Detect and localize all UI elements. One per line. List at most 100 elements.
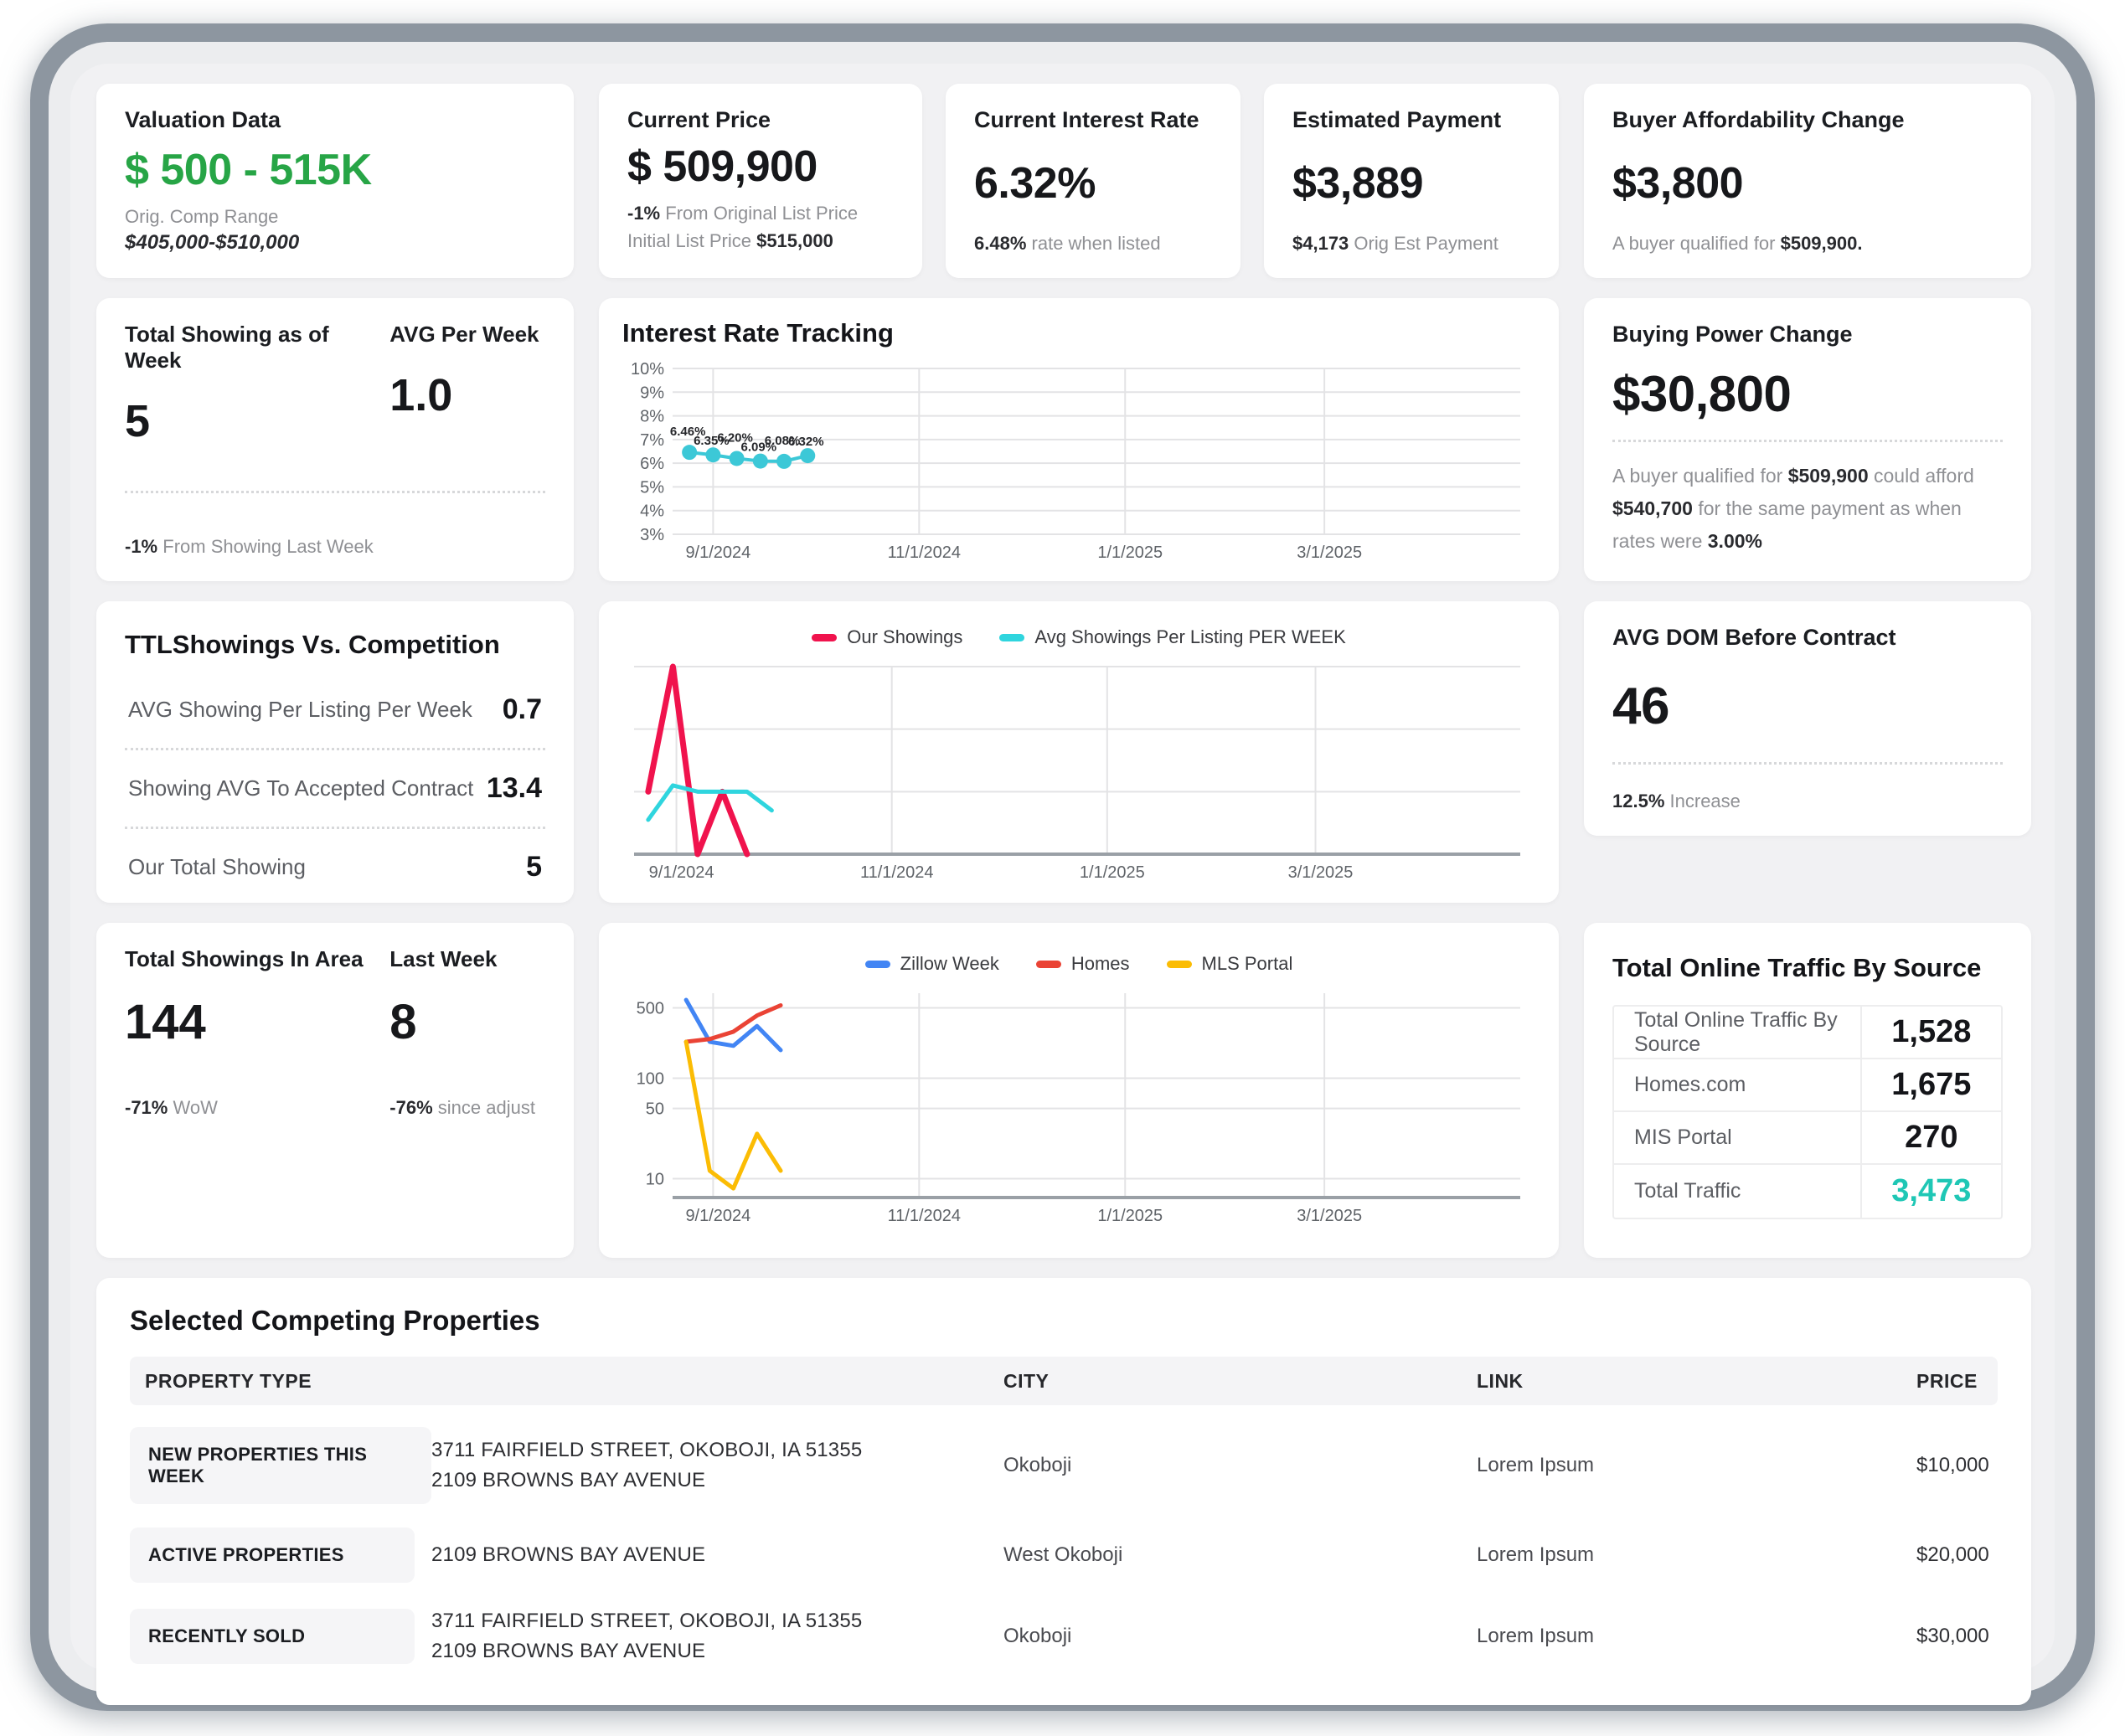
avg-per-week-value: 1.0 [389,370,453,420]
qualified-amount: $509,900. [1780,233,1863,254]
valuation-value: $ 500 - 515K [125,145,372,194]
last-week-value: 8 [389,995,417,1049]
ttl-row: Our Total Showing 5 [125,829,545,905]
showings-chart-legend: Our Showings Avg Showings Per Listing PER… [622,626,1535,648]
interest-rate-title: Current Interest Rate [974,107,1199,132]
dashboard-root: Valuation Data $ 500 - 515K Orig. Comp R… [0,0,2125,1736]
traffic-row: Total Online Traffic By Source 1,528 [1614,1007,2001,1059]
ttl-showings-title: TTLShowings Vs. Competition [125,630,500,659]
buyer-affordability-title: Buyer Affordability Change [1612,107,1905,132]
rate-when-listed-text: rate when listed [1031,233,1161,254]
traffic-row-label: Total Traffic [1614,1165,1862,1218]
orig-est-payment-value: $4,173 [1292,233,1349,254]
initial-list-value: $515,000 [756,230,833,251]
total-showing-left: Total Showing as of Week 5 [125,322,389,447]
avg-dom-title: AVG DOM Before Contract [1612,625,1896,650]
property-address: 3711 FAIRFIELD STREET, OKOBOJI, IA 51355… [431,1606,988,1666]
address-line: 3711 FAIRFIELD STREET, OKOBOJI, IA 51355 [431,1610,863,1632]
address-line: 3711 FAIRFIELD STREET, OKOBOJI, IA 51355 [431,1439,863,1461]
orig-est-payment-text: Orig Est Payment [1354,233,1498,254]
showings-area-note: -71% WoW [125,1097,389,1119]
buyer-affordability-note: A buyer qualified for $509,900. [1612,233,2003,255]
table-row: NEW PROPERTIES THIS WEEK 3711 FAIRFIELD … [130,1415,1998,1516]
traffic-row-label: Total Online Traffic By Source [1614,1007,1862,1058]
traffic-by-source-table: Total Online Traffic By Source 1,528 Hom… [1612,1005,2003,1219]
divider [125,490,545,493]
legend-item: MLS Portal [1166,953,1292,975]
legend-item: Avg Showings Per Listing PER WEEK [999,626,1346,648]
buyer-affordability-card: Buyer Affordability Change $3,800 A buye… [1584,84,2031,278]
total-showing-title: Total Showing as of Week [125,322,329,373]
bp-text-1: A buyer qualified for [1612,464,1788,487]
property-price: $10,000 [1916,1454,1989,1476]
property-address: 3711 FAIRFIELD STREET, OKOBOJI, IA 51355… [431,1435,988,1496]
interest-rate-card: Current Interest Rate 6.32% 6.48% rate w… [946,84,1240,278]
legend-item: Homes [1035,953,1130,975]
interest-rate-chart: 9/1/2024 11/1/2024 1/1/2025 3/1/2025 3% 4% 5% 6… [631,360,1520,562]
property-city: Okoboji [1003,1454,1072,1476]
traffic-row-value: 270 [1905,1120,1958,1155]
property-price: $30,000 [1916,1625,1989,1647]
svg-text:3/1/2025: 3/1/2025 [1297,543,1362,562]
property-link[interactable]: Lorem Ipsum [1462,1625,1901,1648]
svg-text:6.32%: 6.32% [788,435,824,449]
valuation-title: Valuation Data [125,107,281,132]
traffic-chart-legend: Zillow Week Homes MLS Portal [622,953,1535,975]
interest-rate-tracking-card: Interest Rate Tracking 9/1/2024 11/1/2024… [599,298,1559,581]
valuation-subtext: Orig. Comp Range $405,000-$510,000 [125,206,545,255]
ttl-row-value: 13.4 [486,772,542,804]
buying-power-card: Buying Power Change $30,800 A buyer qual… [1584,298,2031,581]
address-line: 2109 BROWNS BAY AVENUE [431,1640,706,1662]
address-line: 2109 BROWNS BAY AVENUE [431,1543,706,1566]
showings-chart: 9/1/2024 11/1/2024 1/1/2025 3/1/2025 [634,663,1520,882]
traffic-by-source-title: Total Online Traffic By Source [1612,953,1982,982]
valuation-sub-label: Orig. Comp Range [125,206,279,227]
svg-text:6%: 6% [640,455,664,473]
property-link[interactable]: Lorem Ipsum [1462,1454,1901,1477]
estimated-payment-value: $3,889 [1292,158,1424,208]
bp-text-2: could afford [1868,464,1974,487]
avg-dom-card: AVG DOM Before Contract 46 12.5% Increas… [1584,601,2031,836]
showings-chart-card: Our Showings Avg Showings Per Listing PER… [599,601,1559,903]
valuation-sub-value: $405,000-$510,000 [125,231,300,254]
svg-text:3%: 3% [640,526,664,544]
competing-properties-title: Selected Competing Properties [130,1305,540,1336]
buying-power-value: $30,800 [1612,365,1792,422]
svg-text:9/1/2024: 9/1/2024 [685,543,750,562]
rate-when-listed-value: 6.48% [974,233,1027,254]
header-property-type: PROPERTY TYPE [145,1369,312,1392]
showings-area-title: Total Showings In Area [125,946,364,971]
avg-dom-delta: 12.5% [1612,791,1665,811]
total-showing-columns: Total Showing as of Week 5 AVG Per Week … [125,322,545,447]
showings-area-value: 144 [125,995,206,1049]
legend-item: Zillow Week [864,953,999,975]
legend-swatch [864,960,890,968]
competing-properties-card: Selected Competing Properties PROPERTY T… [96,1278,2031,1705]
qualified-text: A buyer qualified for [1612,233,1776,254]
initial-list-label: Initial List Price [627,230,751,251]
traffic-row-label: Homes.com [1614,1059,1862,1110]
legend-item: Our Showings [812,626,962,648]
svg-text:9%: 9% [640,384,664,402]
traffic-row: MIS Portal 270 [1614,1112,2001,1165]
property-address: 2109 BROWNS BAY AVENUE [431,1540,988,1570]
avg-dom-note: 12.5% Increase [1612,791,2003,812]
svg-text:4%: 4% [640,502,664,521]
legend-swatch [999,633,1025,641]
property-city: West Okoboji [1003,1543,1123,1566]
svg-text:9/1/2024: 9/1/2024 [685,1207,750,1225]
traffic-row-label: MIS Portal [1614,1112,1862,1163]
property-link[interactable]: Lorem Ipsum [1462,1543,1901,1567]
last-week-title: Last Week [389,946,498,971]
buying-power-note: A buyer qualified for $509,900 could aff… [1612,460,2003,558]
svg-text:11/1/2024: 11/1/2024 [860,863,934,882]
current-price-title: Current Price [627,107,771,132]
ttl-row: Showing AVG To Accepted Contract 13.4 [125,750,545,827]
traffic-row-value: 1,528 [1891,1014,1972,1049]
ttl-row-value: 5 [526,851,542,883]
showings-area-left: Total Showings In Area 144 -71% WoW [125,946,389,1119]
ttl-showings-card: TTLShowings Vs. Competition AVG Showing … [96,601,574,903]
showing-delta-text: From Showing Last Week [162,536,374,557]
estimated-payment-card: Estimated Payment $3,889 $4,173 Orig Est… [1264,84,1559,278]
header-city: CITY [1003,1369,1050,1392]
